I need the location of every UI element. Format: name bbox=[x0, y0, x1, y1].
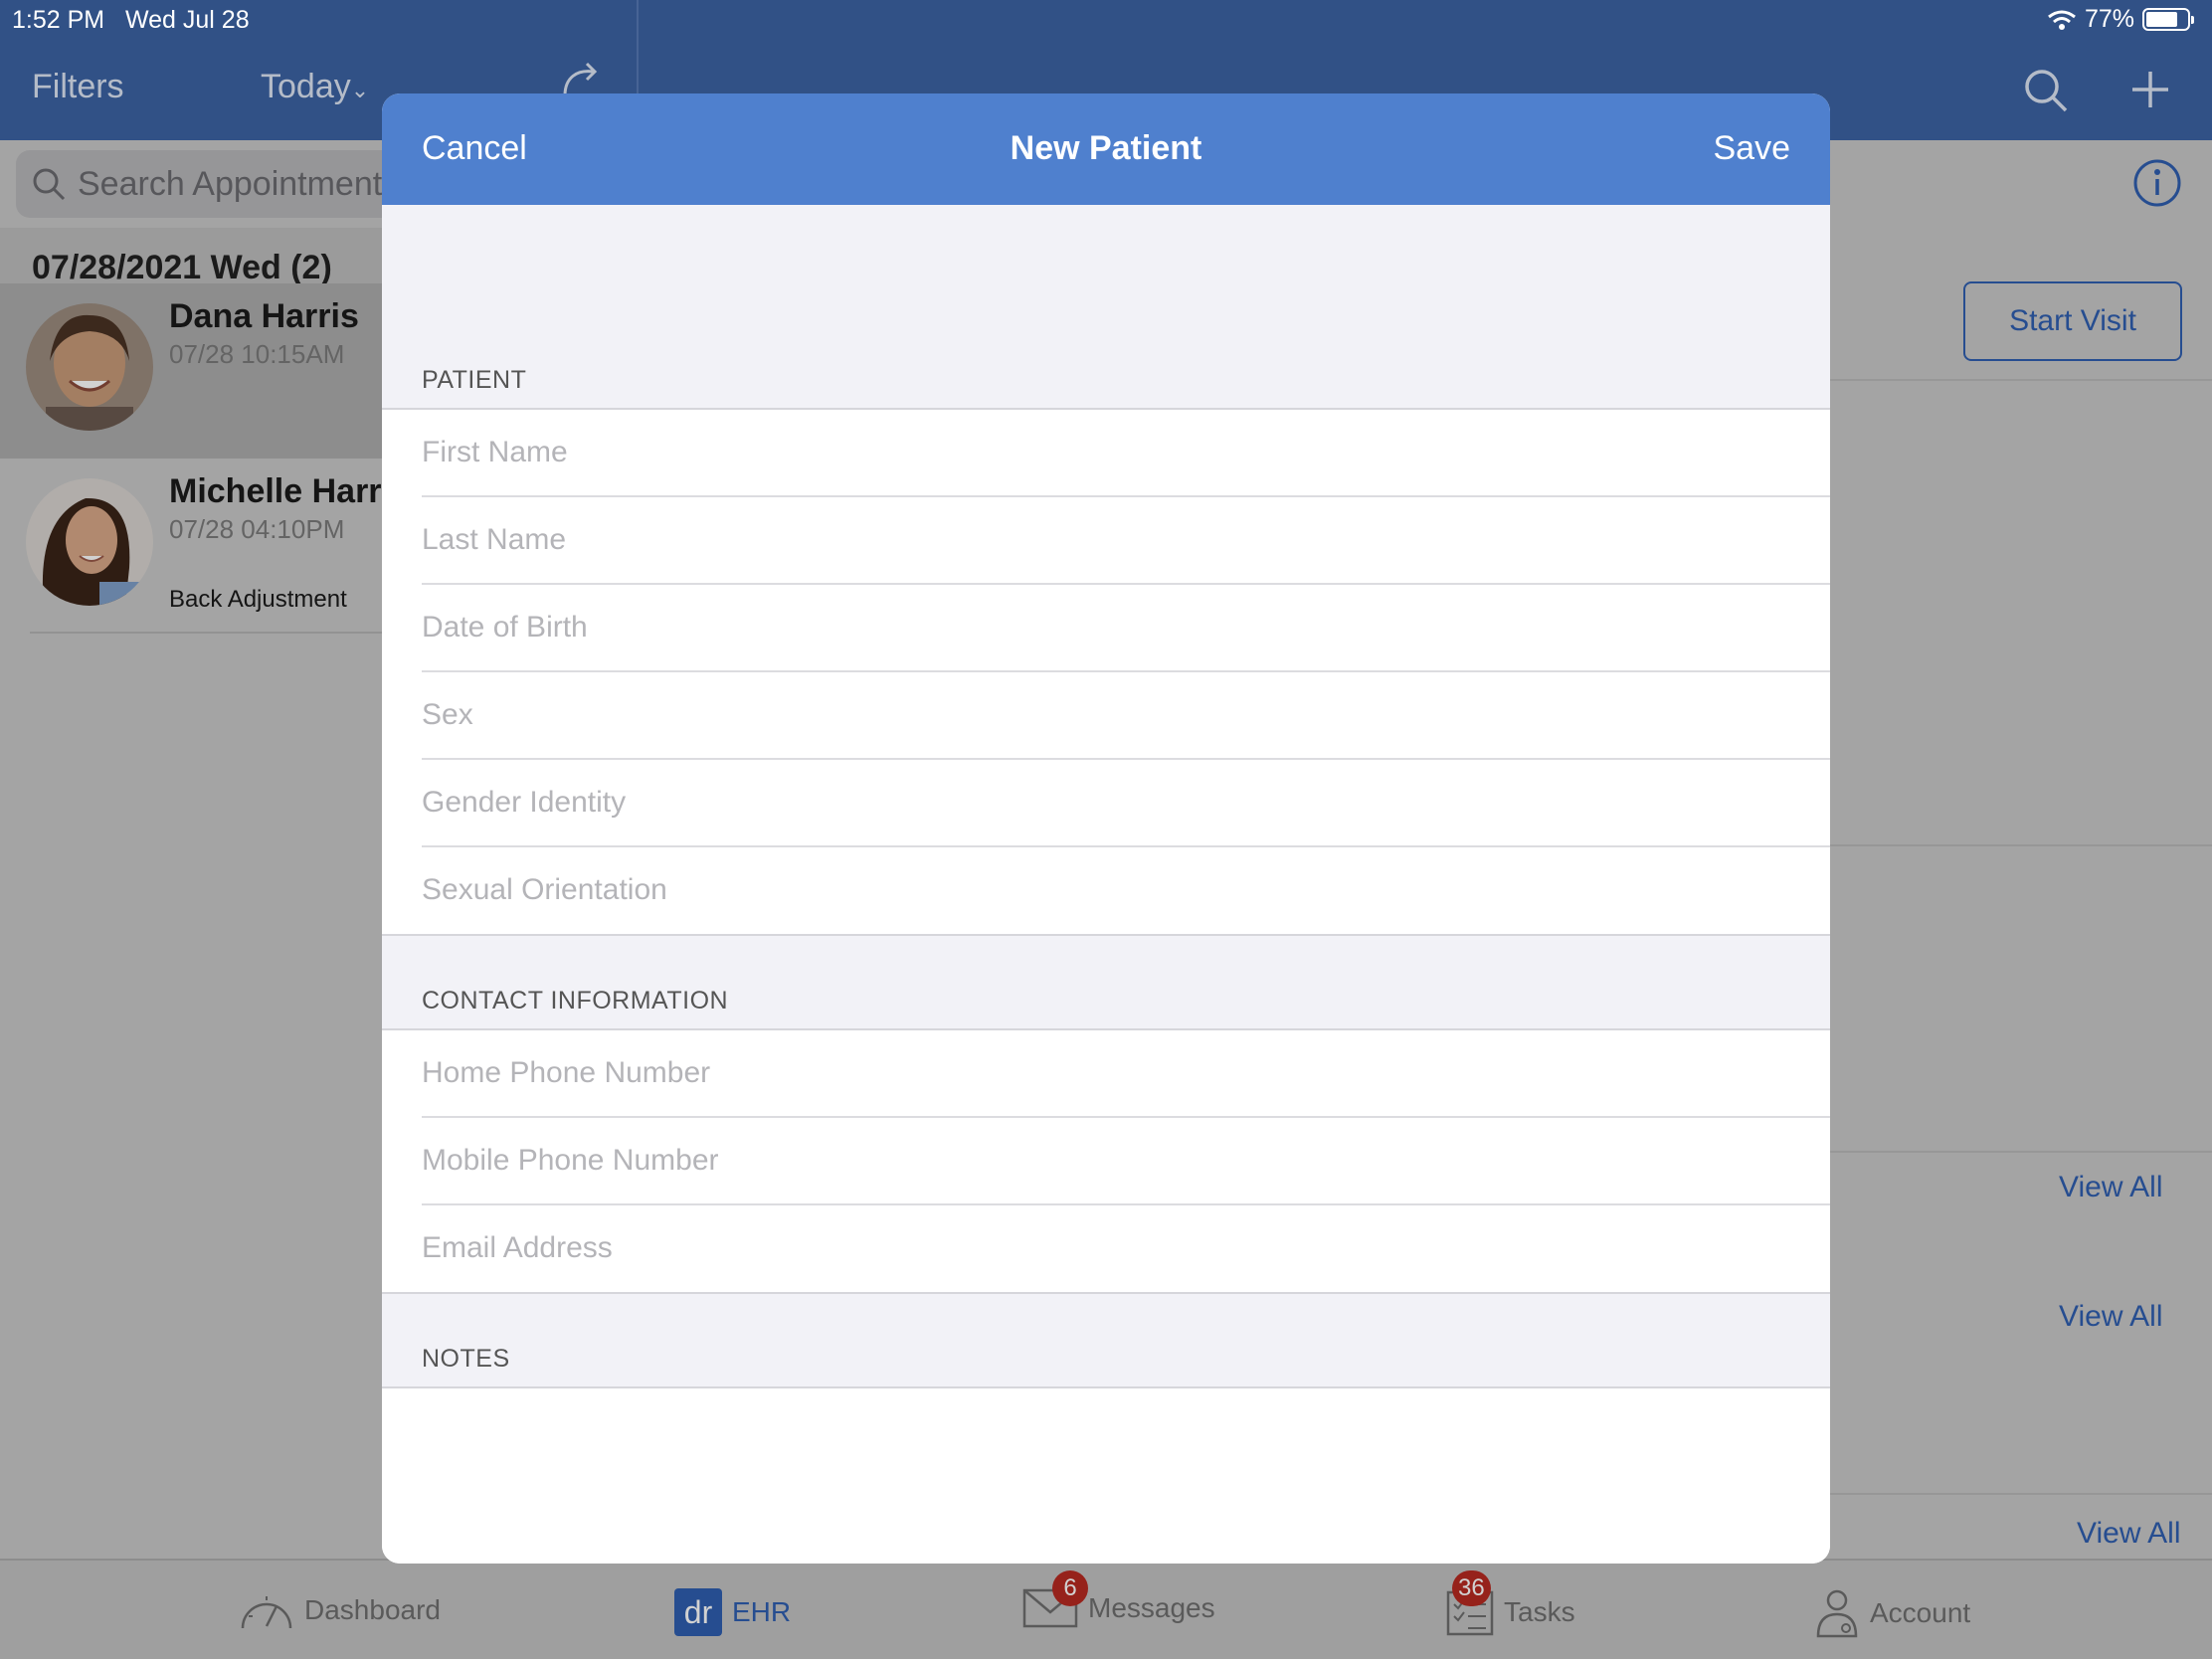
field-placeholder: Email Address bbox=[422, 1231, 613, 1264]
field-placeholder: Last Name bbox=[422, 523, 567, 556]
new-patient-modal: Cancel New Patient Save PATIENT First Na… bbox=[382, 93, 1830, 1564]
section-header-contact: CONTACT INFORMATION bbox=[382, 936, 1830, 1029]
wifi-icon bbox=[2048, 10, 2076, 30]
field-placeholder: Home Phone Number bbox=[422, 1056, 711, 1089]
battery-icon bbox=[2142, 8, 2194, 31]
mobile-phone-field[interactable]: Mobile Phone Number bbox=[382, 1118, 1830, 1205]
sexual-orientation-field[interactable]: Sexual Orientation bbox=[382, 847, 1830, 935]
battery-percent: 77% bbox=[2084, 5, 2134, 33]
field-placeholder: First Name bbox=[422, 436, 568, 468]
modal-header: Cancel New Patient Save bbox=[382, 93, 1830, 205]
modal-title: New Patient bbox=[1010, 129, 1202, 167]
sex-field[interactable]: Sex bbox=[382, 672, 1830, 760]
date-of-birth-field[interactable]: Date of Birth bbox=[382, 585, 1830, 672]
status-date: Wed Jul 28 bbox=[125, 6, 250, 34]
field-placeholder: Sex bbox=[422, 698, 473, 731]
field-placeholder: Sexual Orientation bbox=[422, 873, 667, 906]
section-header-patient: PATIENT bbox=[382, 205, 1830, 409]
gender-identity-field[interactable]: Gender Identity bbox=[382, 760, 1830, 847]
field-placeholder: Date of Birth bbox=[422, 611, 588, 644]
section-header-notes: NOTES bbox=[382, 1294, 1830, 1387]
home-phone-field[interactable]: Home Phone Number bbox=[382, 1030, 1830, 1118]
status-right: 77% bbox=[2047, 5, 2194, 34]
section-label: NOTES bbox=[422, 1345, 510, 1373]
section-label: CONTACT INFORMATION bbox=[422, 987, 729, 1014]
email-field[interactable]: Email Address bbox=[382, 1205, 1830, 1293]
first-name-field[interactable]: First Name bbox=[382, 410, 1830, 497]
notes-textarea[interactable] bbox=[382, 1388, 1830, 1564]
save-button[interactable]: Save bbox=[1714, 129, 1791, 168]
status-time: 1:52 PM bbox=[12, 6, 105, 34]
last-name-field[interactable]: Last Name bbox=[382, 497, 1830, 585]
field-placeholder: Gender Identity bbox=[422, 786, 627, 819]
section-label: PATIENT bbox=[422, 366, 527, 394]
field-placeholder: Mobile Phone Number bbox=[422, 1144, 719, 1177]
status-bar: 1:52 PM Wed Jul 28 77% bbox=[0, 0, 2212, 40]
